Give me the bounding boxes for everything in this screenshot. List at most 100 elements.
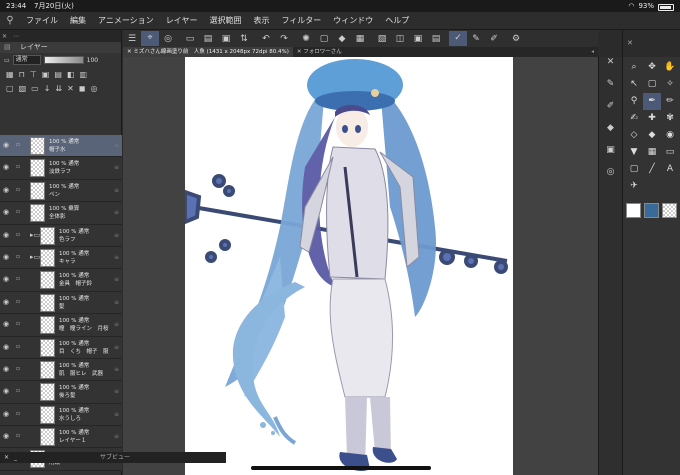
- menu-help[interactable]: ヘルプ: [379, 15, 415, 26]
- layer-row[interactable]: ◉ ▫ 100 % 通常 帽子水 ≡: [0, 135, 122, 158]
- magic-wand-icon[interactable]: ✧: [661, 76, 679, 93]
- drag-handle-icon[interactable]: ≡: [114, 254, 119, 261]
- menu-file[interactable]: ファイル: [20, 15, 64, 26]
- tab-more-icon[interactable]: ◂: [591, 49, 598, 55]
- eye-icon[interactable]: ◉: [3, 387, 12, 396]
- eyedropper-icon[interactable]: ⚲: [625, 93, 643, 110]
- clear-icon[interactable]: ▢: [315, 34, 333, 44]
- panel-tab-grip-icon[interactable]: ⋯: [13, 33, 19, 40]
- frame-icon[interactable]: ▢: [625, 161, 643, 178]
- close-icon[interactable]: ✕: [599, 57, 622, 75]
- clear-outside-icon[interactable]: ▤: [427, 34, 445, 44]
- layer-row[interactable]: ◉ ▫ ▸▭ 100 % 通常 色ラフ ≡: [0, 224, 122, 247]
- layer-row[interactable]: ◉ ▫ 100 % 通常 後ろ髪 ≡: [0, 381, 122, 404]
- folder-icon[interactable]: ▸▭: [30, 231, 40, 239]
- mask-add-icon[interactable]: ◼: [79, 84, 86, 93]
- figure-icon[interactable]: ▭: [661, 144, 679, 161]
- drag-handle-icon[interactable]: ≡: [114, 187, 119, 194]
- layer-kind-icon[interactable]: ▭: [4, 57, 10, 64]
- pen-settings-icon[interactable]: ✎: [599, 79, 622, 97]
- main-color-swatch[interactable]: [626, 203, 641, 218]
- layer-lock-icon[interactable]: ▫: [16, 275, 23, 284]
- canvas-tab-0[interactable]: ✕ ミズハさん線画塗り前 人魚 (1431 x 2048px 72dpi 80.…: [123, 47, 293, 57]
- menu-window[interactable]: ウィンドウ: [327, 15, 379, 26]
- drag-handle-icon[interactable]: ≡: [114, 299, 119, 306]
- undo-icon[interactable]: ↶: [257, 34, 275, 44]
- layer-row[interactable]: ◉ ▫ 100 % 通常瞳 瞳ライン 月桜 ≡: [0, 314, 122, 337]
- ref-layer-icon[interactable]: ⊓: [19, 70, 25, 79]
- layer-row[interactable]: ◉ ▫ 100 % 通常 ペン ≡: [0, 179, 122, 203]
- eye-icon[interactable]: ◉: [3, 410, 12, 419]
- layer-row[interactable]: ◉ ▫ 100 % 乗算 全体影 ≡: [0, 202, 122, 225]
- eye-icon[interactable]: ◉: [3, 275, 12, 284]
- ruler-tool-icon[interactable]: ╱: [643, 161, 661, 178]
- folder-icon[interactable]: ▸▭: [30, 253, 40, 261]
- brush-mode-icon[interactable]: ✎: [467, 34, 485, 44]
- layer-row[interactable]: ◉ ▫ ▸▭ 100 % 通常 キャラ ≡: [0, 246, 122, 270]
- invert-selection-icon[interactable]: ◫: [391, 34, 409, 44]
- menu-selection[interactable]: 選択範囲: [203, 15, 247, 26]
- layer-lock-icon[interactable]: ▫: [16, 163, 23, 172]
- pen-mode-icon[interactable]: ✓: [449, 31, 467, 46]
- gradient-icon[interactable]: ▣: [599, 145, 622, 163]
- transform-icon[interactable]: ▦: [351, 34, 369, 44]
- layer-lock-icon[interactable]: ▫: [16, 410, 23, 419]
- layer-row[interactable]: ◉ ▫ 100 % 通常 金具 帽子鈴 ≡: [0, 269, 122, 292]
- drag-handle-icon[interactable]: ≡: [114, 366, 119, 373]
- layer-lock-icon[interactable]: ▫: [16, 186, 23, 195]
- layer-lock-icon[interactable]: ▫: [16, 320, 23, 329]
- tool-panel-close-icon[interactable]: ✕: [627, 39, 633, 47]
- layer-row[interactable]: ◉ ▫ 100 % 通常 レイヤー１ ≡: [0, 426, 122, 449]
- eraser-settings-icon[interactable]: ◎: [599, 167, 622, 185]
- smudge-icon[interactable]: ◉: [661, 127, 679, 144]
- merge-icon[interactable]: ⇊: [55, 84, 62, 93]
- layer-lock-icon[interactable]: ▫: [16, 231, 23, 240]
- stabilizer-icon[interactable]: ✐: [485, 34, 503, 44]
- layer-row[interactable]: ◉ ▫ 100 % 通常髪 ≡: [0, 291, 122, 315]
- draft-icon[interactable]: ⊤: [30, 70, 37, 79]
- balloon-icon[interactable]: ✈: [625, 178, 643, 195]
- subview-collapse-icon[interactable]: _: [14, 452, 17, 463]
- eye-icon[interactable]: ◉: [3, 298, 12, 307]
- selection-icon[interactable]: ▢: [643, 76, 661, 93]
- pencil-icon[interactable]: ✏: [661, 93, 679, 110]
- layer-lock-icon[interactable]: ▫: [16, 432, 23, 441]
- drag-handle-icon[interactable]: ≡: [114, 388, 119, 395]
- text-icon[interactable]: A: [661, 161, 679, 178]
- eye-icon[interactable]: ◉: [3, 231, 12, 240]
- menu-layer[interactable]: レイヤー: [160, 15, 204, 26]
- new-folder-icon[interactable]: ▭: [31, 84, 39, 93]
- layer-lock-icon[interactable]: ▫: [16, 343, 23, 352]
- deselect-icon[interactable]: ▧: [373, 34, 391, 44]
- drag-handle-icon[interactable]: ≡: [114, 164, 119, 171]
- airbrush-icon[interactable]: ✚: [643, 110, 661, 127]
- ruler-snap-icon[interactable]: ◎: [159, 34, 177, 44]
- eraser-icon[interactable]: ◇: [625, 127, 643, 144]
- snap-icon[interactable]: ⌖: [141, 31, 159, 46]
- drag-handle-icon[interactable]: ≡: [114, 321, 119, 328]
- opacity-slider[interactable]: [43, 56, 84, 64]
- settings-icon[interactable]: ⚙: [507, 34, 525, 44]
- layer-lock-icon[interactable]: ▫: [16, 208, 23, 217]
- new-file-icon[interactable]: ▭: [181, 34, 199, 44]
- fill-icon[interactable]: ◆: [333, 34, 351, 44]
- layer-lock-icon[interactable]: ▫: [16, 253, 23, 262]
- drag-handle-icon[interactable]: ≡: [114, 344, 119, 351]
- layer-lock-icon[interactable]: ▫: [16, 141, 23, 150]
- lock-alpha-icon[interactable]: ▤: [54, 70, 62, 79]
- zoom-icon[interactable]: ⌕: [625, 59, 643, 76]
- hand-icon[interactable]: ✋: [661, 59, 679, 76]
- new-vector-icon[interactable]: ▧: [19, 84, 27, 93]
- transparent-color-swatch[interactable]: [662, 203, 677, 218]
- drag-handle-icon[interactable]: ≡: [114, 209, 119, 216]
- more-icon[interactable]: ◎: [90, 84, 97, 93]
- layer-row[interactable]: ◉ ▫ 100 % 通常 水うしろ ≡: [0, 403, 122, 427]
- gradient-tool-icon[interactable]: ▦: [643, 144, 661, 161]
- layer-row[interactable]: ◉ ▫ 100 % 通常肌 服ヒレ 武器 ≡: [0, 358, 122, 382]
- subview-close-icon[interactable]: ✕: [4, 452, 9, 463]
- blend-mode-select[interactable]: 通常: [12, 55, 41, 65]
- pen-icon[interactable]: ✒: [643, 93, 661, 110]
- operation-icon[interactable]: ↖: [625, 76, 643, 93]
- eye-icon[interactable]: ◉: [3, 208, 12, 217]
- layer-lock-icon[interactable]: ▫: [16, 365, 23, 374]
